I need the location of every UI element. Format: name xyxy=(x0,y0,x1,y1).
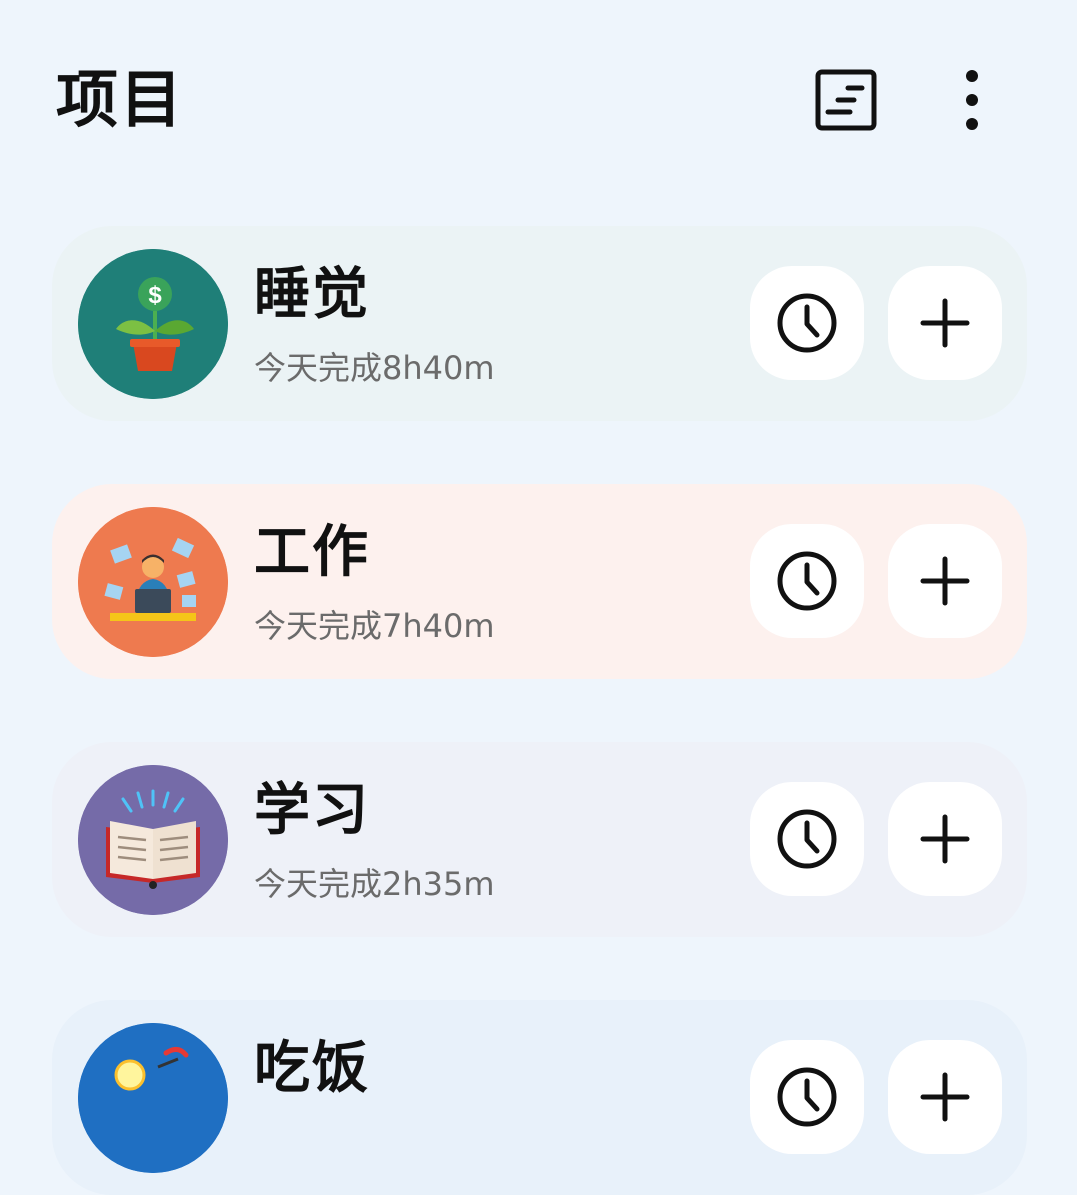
clock-icon xyxy=(777,293,837,353)
sort-button[interactable] xyxy=(806,60,886,140)
project-today-duration: 今天完成8h40m xyxy=(254,349,495,387)
clock-icon xyxy=(777,551,837,611)
office-worker-icon xyxy=(78,507,228,657)
plus-icon xyxy=(920,814,970,864)
project-name: 吃饭 xyxy=(254,1036,370,1101)
project-avatar xyxy=(78,1023,228,1173)
project-name: 学习 xyxy=(254,778,370,843)
plus-icon xyxy=(920,556,970,606)
clock-icon xyxy=(777,809,837,869)
sort-list-icon xyxy=(815,69,877,131)
project-avatar: $ xyxy=(78,249,228,399)
clock-icon xyxy=(777,1067,837,1127)
start-timer-button[interactable] xyxy=(750,266,864,380)
money-plant-icon: $ xyxy=(78,249,228,399)
project-card-work[interactable]: 工作 今天完成7h40m xyxy=(52,484,1027,679)
project-avatar xyxy=(78,765,228,915)
plus-icon xyxy=(920,298,970,348)
project-name: 睡觉 xyxy=(254,262,370,327)
page-title: 项目 xyxy=(56,63,185,136)
add-record-button[interactable] xyxy=(888,782,1002,896)
open-book-icon xyxy=(78,765,228,915)
top-app-bar: 项目 xyxy=(0,0,1077,200)
project-today-duration: 今天完成2h35m xyxy=(254,865,495,903)
project-card-sleep[interactable]: $ 睡觉 今天完成8h40m xyxy=(52,226,1027,421)
more-options-button[interactable] xyxy=(940,60,1004,140)
more-vertical-icon xyxy=(966,70,978,130)
food-icon xyxy=(78,1023,228,1173)
add-record-button[interactable] xyxy=(888,266,1002,380)
plus-icon xyxy=(920,1072,970,1122)
add-record-button[interactable] xyxy=(888,524,1002,638)
svg-text:$: $ xyxy=(148,282,162,309)
start-timer-button[interactable] xyxy=(750,524,864,638)
project-avatar xyxy=(78,507,228,657)
project-card-eat[interactable]: 吃饭 xyxy=(52,1000,1027,1195)
project-today-duration: 今天完成7h40m xyxy=(254,607,495,645)
project-card-study[interactable]: 学习 今天完成2h35m xyxy=(52,742,1027,937)
project-name: 工作 xyxy=(254,520,370,585)
start-timer-button[interactable] xyxy=(750,782,864,896)
start-timer-button[interactable] xyxy=(750,1040,864,1154)
add-record-button[interactable] xyxy=(888,1040,1002,1154)
